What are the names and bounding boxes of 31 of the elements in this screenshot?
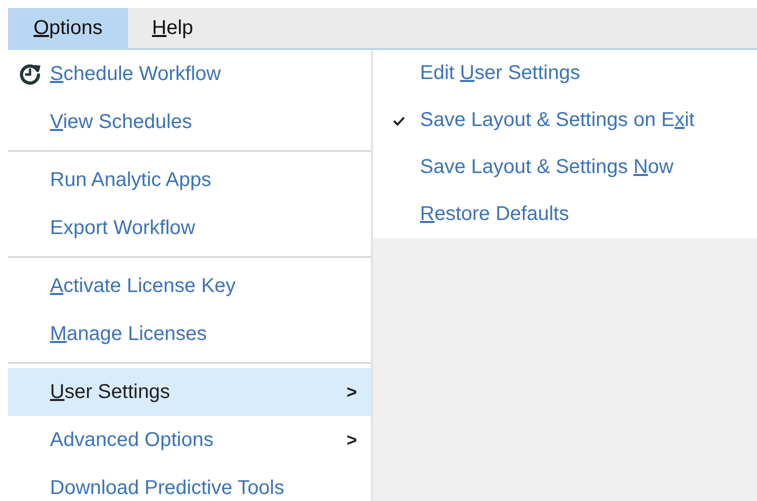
menu-item-label: Advanced Options (50, 428, 214, 452)
submenu-item[interactable]: Restore Defaults (373, 191, 757, 238)
submenu-item-label: Restore Defaults (420, 203, 569, 226)
menu-item-label: Manage Licenses (50, 322, 207, 346)
menu-item[interactable]: Download Predictive Tools (8, 464, 371, 501)
menu-item[interactable]: Export Workflow (8, 204, 371, 252)
menu-item[interactable]: Schedule Workflow (8, 50, 371, 98)
submenu-item-label: Save Layout & Settings on Exit (420, 109, 695, 132)
submenu-item[interactable]: Edit User Settings (373, 50, 757, 97)
menu-item-label: Export Workflow (50, 216, 196, 240)
submenu-item-label: Save Layout & Settings Now (420, 156, 674, 179)
submenu-item[interactable]: Save Layout & Settings Now (373, 144, 757, 191)
menu-item[interactable]: View Schedules (8, 98, 371, 146)
submenu-arrow: > (346, 430, 357, 450)
menu-item[interactable]: Run Analytic Apps (8, 156, 371, 204)
clock-refresh-icon (18, 62, 42, 86)
menu-item[interactable]: Manage Licenses (8, 310, 371, 358)
submenu-item[interactable]: Save Layout & Settings on Exit (373, 97, 757, 144)
menu-item-label: User Settings (50, 380, 170, 404)
menu-item[interactable]: Advanced Options > (8, 416, 371, 464)
menu-bar-item[interactable]: Help (128, 8, 218, 48)
submenu-arrow: > (346, 382, 357, 402)
menu-bar-item[interactable]: Options (8, 8, 128, 48)
menu-item[interactable]: Activate License Key (8, 262, 371, 310)
submenu-item-label: Edit User Settings (420, 62, 580, 85)
menu-item-label: View Schedules (50, 110, 192, 134)
menu-item-label: Run Analytic Apps (50, 168, 212, 192)
menu-item-label: Download Predictive Tools (50, 476, 284, 500)
menu-item-label: Activate License Key (50, 274, 236, 298)
menu-item[interactable]: User Settings > (8, 368, 371, 416)
menu-item-label: Schedule Workflow (50, 62, 221, 86)
